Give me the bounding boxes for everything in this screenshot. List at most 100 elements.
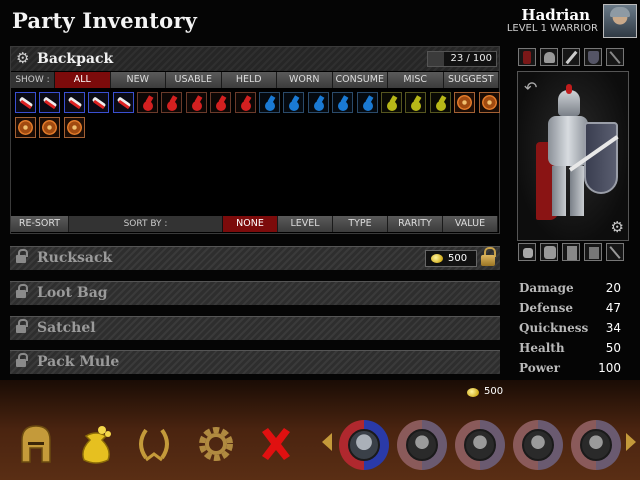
rucksack-price-text: 500 (448, 253, 468, 264)
scroll-item[interactable] (112, 92, 134, 113)
cog-icon[interactable] (194, 422, 238, 466)
gear-icon[interactable]: ⚙ (16, 51, 29, 66)
sort-option-type[interactable]: TYPE (333, 216, 388, 232)
stat-value-health: 50 (605, 341, 621, 355)
sort-option-level[interactable]: LEVEL (278, 216, 333, 232)
equip-slot-gloves[interactable] (518, 243, 536, 261)
equip-slot-helmet[interactable] (540, 48, 558, 66)
sort-by-label: SORT BY : (69, 216, 223, 232)
party-member-1[interactable] (339, 420, 389, 470)
filter-tab-worn[interactable]: WORN (277, 72, 333, 88)
sort-bar: RE-SORT SORT BY : NONE LEVEL TYPE RARITY VAL… (11, 216, 499, 232)
bag-name: Rucksack (37, 250, 113, 266)
party-member-2[interactable] (397, 420, 447, 470)
knight-plume (566, 84, 572, 94)
equip-slot-chest[interactable] (540, 243, 558, 261)
knight-right-leg (570, 166, 584, 216)
character-name: Hadrian (521, 6, 590, 24)
bag-satchel[interactable]: Satchel (10, 316, 500, 340)
party-prev-arrow[interactable] (322, 433, 332, 451)
equip-slot-boots[interactable] (584, 243, 602, 261)
bag-name: Pack Mule (37, 354, 120, 370)
shield-item[interactable] (15, 117, 36, 138)
yellow-potion-item[interactable] (429, 92, 451, 113)
shield-item[interactable] (454, 92, 476, 113)
filter-tab-new[interactable]: NEW (110, 72, 166, 88)
lock-icon (16, 353, 28, 369)
blue-potion-item[interactable] (283, 92, 305, 113)
coin-icon (467, 388, 479, 397)
red-potion-item[interactable] (137, 92, 158, 113)
sort-option-none[interactable]: NONE (223, 216, 278, 232)
stat-label-defense: Defense (519, 301, 573, 315)
equip-slot-shield[interactable] (584, 48, 602, 66)
resort-button[interactable]: RE-SORT (11, 216, 69, 232)
filter-tab-usable[interactable]: USABLE (166, 72, 222, 88)
lock-icon (16, 249, 28, 265)
rotate-icon[interactable]: ↶ (524, 78, 537, 97)
shield-item[interactable] (478, 92, 500, 113)
blue-potion-item[interactable] (259, 92, 280, 113)
helmet-icon[interactable] (14, 422, 58, 466)
shield-item[interactable] (39, 117, 61, 138)
capacity-bar-fill (428, 52, 444, 66)
coin-icon (431, 254, 443, 263)
stat-value-quickness: 34 (605, 321, 621, 335)
gear-icon[interactable]: ⚙ (611, 218, 624, 236)
filter-tab-misc[interactable]: MISC (388, 72, 444, 88)
stat-label-damage: Damage (519, 281, 574, 295)
backpack-panel: ⚙ Backpack 23 / 100 SHOW : ALL NEW USABLE H… (10, 46, 500, 234)
show-label: SHOW : (11, 72, 55, 88)
party-member-4[interactable] (513, 420, 563, 470)
red-potion-item[interactable] (185, 92, 207, 113)
blue-potion-item[interactable] (332, 92, 354, 113)
lock-icon (16, 319, 28, 335)
stat-label-quickness: Quickness (519, 321, 589, 335)
equip-slot-offhand[interactable] (606, 48, 624, 66)
bag-pack-mule[interactable]: Pack Mule (10, 350, 500, 374)
character-portrait[interactable] (603, 4, 637, 38)
filter-tab-all[interactable]: ALL (55, 72, 111, 88)
equip-slot-legs[interactable] (562, 243, 580, 261)
filter-tab-consume[interactable]: CONSUME (332, 72, 388, 88)
equip-slot-cape[interactable] (518, 48, 536, 66)
filter-tab-suggest[interactable]: SUGGEST (443, 72, 499, 88)
scroll-item[interactable] (88, 92, 110, 113)
blue-potion-item[interactable] (356, 92, 378, 113)
scroll-item[interactable] (63, 92, 85, 113)
knight-left-leg (552, 166, 566, 216)
stat-value-damage: 20 (605, 281, 621, 295)
filter-bar: SHOW : ALL NEW USABLE HELD WORN CONSUME MISC SU… (11, 72, 499, 88)
equip-slot-accessory[interactable] (606, 243, 624, 261)
sort-option-rarity[interactable]: RARITY (388, 216, 443, 232)
bag-loot-bag[interactable]: Loot Bag (10, 281, 500, 305)
character-level: LEVEL 1 WARRIOR (506, 23, 598, 34)
yellow-potion-item[interactable] (381, 92, 402, 113)
gold-bag-icon[interactable] (74, 422, 118, 466)
backpack-header: ⚙ Backpack 23 / 100 (11, 47, 499, 71)
red-potion-item[interactable] (234, 92, 256, 113)
bag-name: Loot Bag (37, 285, 108, 301)
stat-label-health: Health (519, 341, 565, 355)
rucksack-price[interactable]: 500 (425, 250, 477, 267)
filter-tab-held[interactable]: HELD (221, 72, 277, 88)
unlock-icon[interactable] (481, 247, 496, 267)
character-preview[interactable]: ↶ ⚙ (517, 71, 629, 241)
yellow-potion-item[interactable] (405, 92, 427, 113)
close-icon[interactable] (254, 422, 298, 466)
bag-name: Satchel (37, 320, 96, 336)
scroll-item[interactable] (15, 92, 36, 113)
red-potion-item[interactable] (210, 92, 232, 113)
sort-option-value[interactable]: VALUE (443, 216, 498, 232)
party-member-3[interactable] (455, 420, 505, 470)
party-member-5[interactable] (571, 420, 621, 470)
capacity-text: 23 / 100 (450, 53, 492, 64)
laurel-icon[interactable] (132, 422, 176, 466)
red-potion-item[interactable] (161, 92, 183, 113)
lock-icon (16, 284, 28, 300)
party-next-arrow[interactable] (626, 433, 636, 451)
blue-potion-item[interactable] (307, 92, 329, 113)
equip-slot-weapon[interactable] (562, 48, 580, 66)
scroll-item[interactable] (39, 92, 61, 113)
shield-item[interactable] (63, 117, 85, 138)
